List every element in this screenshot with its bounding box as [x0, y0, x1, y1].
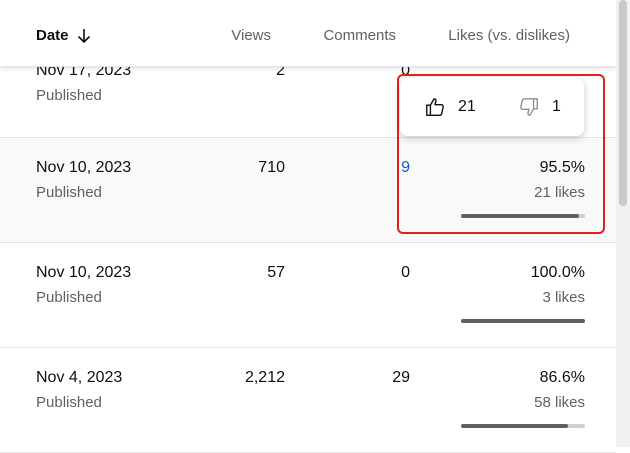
- like-ratio-bar[interactable]: [461, 424, 585, 428]
- table-header: Date Views Comments Likes (vs. dislikes): [0, 0, 616, 67]
- row-date: Nov 10, 2023: [36, 159, 132, 176]
- row-like-percent: 86.6%: [539, 369, 585, 386]
- tooltip-dislikes: 1: [518, 96, 561, 118]
- row-status: Published: [36, 184, 102, 201]
- arrow-down-icon: [77, 28, 90, 43]
- video-table-body: Nov 17, 2023 Published 2 0 Nov 10, 2023 …: [0, 0, 616, 453]
- tooltip-likes: 21: [424, 96, 476, 118]
- table-row[interactable]: Nov 4, 2023 Published 2,212 29 86.6% 58 …: [0, 348, 616, 453]
- column-header-likes[interactable]: Likes (vs. dislikes): [448, 27, 570, 44]
- like-ratio-fill: [461, 424, 569, 428]
- table-row[interactable]: Nov 10, 2023 Published 57 0 100.0% 3 lik…: [0, 243, 616, 348]
- tooltip-likes-count: 21: [458, 98, 476, 115]
- row-views: 710: [258, 159, 285, 176]
- row-date: Nov 4, 2023: [36, 369, 123, 386]
- row-status: Published: [36, 289, 102, 306]
- thumbs-down-icon: [520, 98, 538, 116]
- tooltip-dislikes-count: 1: [552, 98, 561, 115]
- row-like-percent: 100.0%: [530, 264, 585, 281]
- row-comments: 29: [392, 369, 410, 386]
- row-comments-link[interactable]: 9: [401, 159, 410, 177]
- row-status: Published: [36, 394, 102, 411]
- row-like-count: 58 likes: [534, 394, 585, 411]
- like-ratio-fill: [461, 214, 580, 218]
- vertical-scrollbar[interactable]: [616, 0, 630, 447]
- row-comments: 0: [401, 264, 410, 281]
- like-ratio-bar[interactable]: [461, 319, 585, 323]
- row-status: Published: [36, 87, 102, 104]
- row-like-percent: 95.5%: [539, 159, 585, 176]
- thumbs-up-icon: [426, 98, 444, 116]
- scrollbar-thumb[interactable]: [619, 0, 627, 206]
- likes-tooltip: 21 1: [400, 78, 584, 136]
- table-row[interactable]: Nov 10, 2023 Published 710 9 95.5% 21 li…: [0, 138, 616, 243]
- like-ratio-bar[interactable]: [461, 214, 585, 218]
- column-header-date[interactable]: Date: [36, 27, 91, 44]
- row-like-count: 3 likes: [542, 289, 585, 306]
- column-header-comments[interactable]: Comments: [323, 27, 396, 44]
- row-views: 57: [267, 264, 285, 281]
- column-header-date-label: Date: [36, 27, 69, 44]
- column-header-views[interactable]: Views: [231, 27, 271, 44]
- row-like-count: 21 likes: [534, 184, 585, 201]
- row-date: Nov 10, 2023: [36, 264, 132, 281]
- row-views: 2,212: [244, 369, 285, 386]
- like-ratio-fill: [461, 319, 585, 323]
